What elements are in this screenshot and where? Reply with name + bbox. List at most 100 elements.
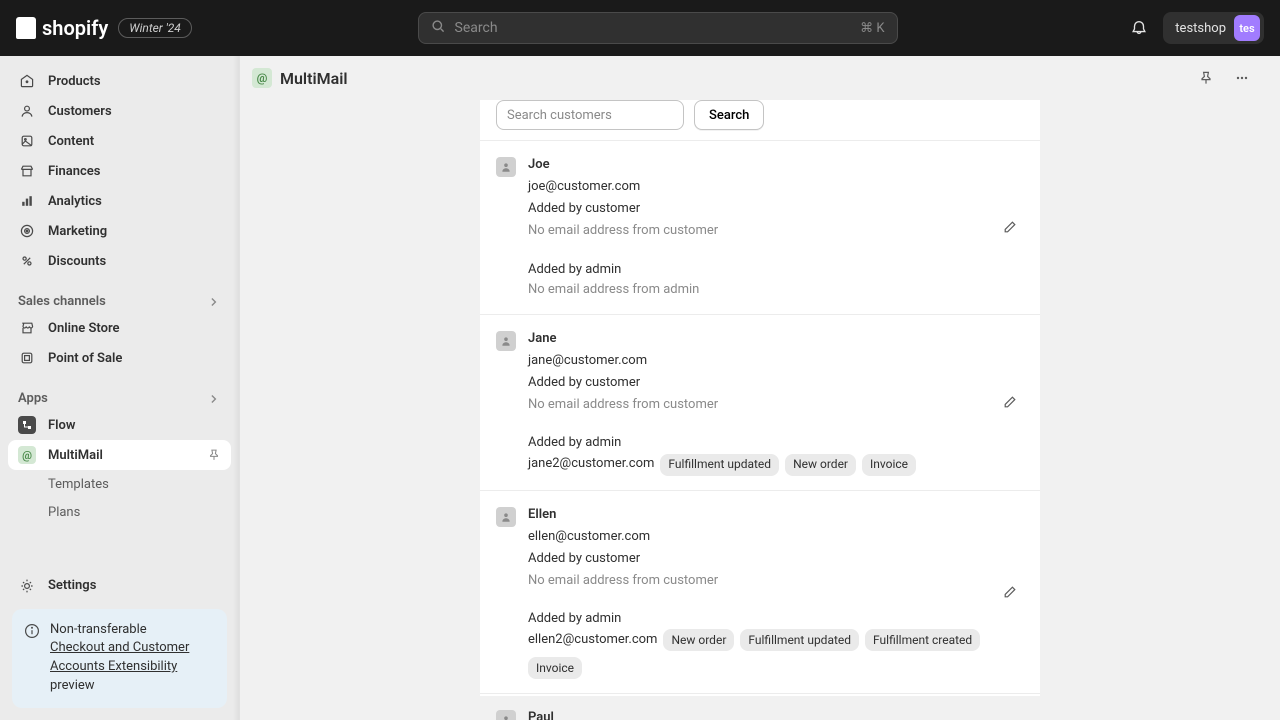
sidebar-item-label: Point of Sale: [48, 351, 122, 366]
sidebar-item-label: Flow: [48, 418, 75, 433]
edit-button[interactable]: [996, 578, 1024, 606]
notice-link[interactable]: Checkout and Customer Accounts Extensibi…: [50, 640, 189, 674]
main: @ MultiMail Search Joejoe@customer.comAd…: [240, 56, 1280, 720]
admin-email: jane2@customer.com: [528, 454, 654, 474]
global-search[interactable]: Search ⌘ K: [418, 12, 898, 44]
customer-row: Ellenellen@customer.comAdded by customer…: [480, 490, 1040, 694]
search-placeholder: Search: [455, 20, 498, 36]
customer-email: jane@customer.com: [528, 351, 1024, 371]
info-icon: [24, 623, 40, 696]
avatar-icon: [496, 710, 516, 720]
sales-channels-label: Sales channels: [18, 294, 106, 309]
search-button[interactable]: Search: [694, 100, 764, 130]
sidebar-item-products[interactable]: Products: [8, 66, 231, 96]
search-wrap: Search ⌘ K: [208, 12, 1107, 44]
online-store-icon: [18, 320, 36, 336]
search-row: Search: [480, 100, 1040, 140]
apps-label: Apps: [18, 391, 48, 406]
sidebar-item-label: Analytics: [48, 194, 102, 209]
sidebar-item-discounts[interactable]: Discounts: [8, 246, 231, 276]
customer-email-note: No email address from customer: [528, 571, 1024, 591]
customer-search-input[interactable]: [496, 100, 684, 130]
sidebar-item-settings[interactable]: Settings: [8, 571, 231, 601]
sidebar-item-label: Finances: [48, 164, 101, 179]
sidebar-item-label: Settings: [48, 578, 96, 593]
added-by-admin-label: Added by admin: [528, 609, 1024, 629]
season-badge: Winter '24: [118, 18, 192, 38]
sidebar-item-label: Online Store: [48, 321, 120, 336]
sidebar-item-templates[interactable]: Templates: [8, 470, 231, 498]
page-header: @ MultiMail: [240, 56, 1280, 100]
customer-name: Ellen: [528, 505, 1024, 525]
notice-title: Non-transferable: [50, 621, 215, 640]
pin-button[interactable]: [1192, 64, 1220, 92]
marketing-icon: [18, 223, 36, 239]
notification-tag: Fulfillment created: [865, 629, 980, 651]
customer-name: Joe: [528, 155, 1024, 175]
analytics-icon: [18, 193, 36, 209]
sidebar-item-label: MultiMail: [48, 448, 103, 463]
sidebar-item-plans[interactable]: Plans: [8, 498, 231, 526]
sidebar-item-customers[interactable]: Customers: [8, 96, 231, 126]
sidebar-item-pos[interactable]: Point of Sale: [8, 343, 231, 373]
shopify-bag-icon: [16, 17, 36, 39]
added-by-customer-label: Added by customer: [528, 549, 1024, 569]
customer-name: Paul: [528, 708, 1024, 720]
added-by-customer-label: Added by customer: [528, 373, 1024, 393]
content-scroll[interactable]: Search Joejoe@customer.comAdded by custo…: [240, 100, 1280, 720]
app-icon: @: [252, 68, 272, 88]
added-by-customer-label: Added by customer: [528, 199, 1024, 219]
sidebar-item-label: Templates: [48, 477, 109, 492]
discounts-icon: [18, 253, 36, 269]
non-transferable-notice: Non-transferable Checkout and Customer A…: [12, 609, 227, 708]
notification-tag: Invoice: [862, 454, 916, 476]
notification-tag: New order: [663, 629, 734, 651]
customer-email: ellen@customer.com: [528, 527, 1024, 547]
topbar-right: testshop tes: [1123, 12, 1264, 44]
sidebar-item-marketing[interactable]: Marketing: [8, 216, 231, 246]
chevron-right-icon: [207, 295, 221, 309]
products-icon: [18, 73, 36, 89]
admin-email: ellen2@customer.com: [528, 630, 657, 650]
avatar: tes: [1234, 15, 1260, 41]
customer-email: joe@customer.com: [528, 177, 1024, 197]
topbar: shopify Winter '24 Search ⌘ K testshop t…: [0, 0, 1280, 56]
notification-tag: New order: [785, 454, 856, 476]
flow-icon: [18, 416, 36, 434]
customer-name: Jane: [528, 329, 1024, 349]
added-by-admin-label: Added by admin: [528, 433, 1024, 453]
header-actions: [1192, 64, 1256, 92]
user-chip[interactable]: testshop tes: [1163, 12, 1264, 44]
search-shortcut: ⌘ K: [860, 21, 884, 36]
notifications-button[interactable]: [1123, 12, 1155, 44]
edit-button[interactable]: [996, 213, 1024, 241]
sidebar-item-label: Marketing: [48, 224, 107, 239]
admin-email-note: No email address from admin: [528, 280, 1024, 300]
sidebar: Products Customers Content Finances Analytic…: [0, 56, 240, 720]
sidebar-item-finances[interactable]: Finances: [8, 156, 231, 186]
notification-tag: Fulfillment updated: [740, 629, 859, 651]
page-title-text: MultiMail: [280, 69, 348, 88]
notice-suffix: preview: [50, 678, 95, 693]
customer-row: Joejoe@customer.comAdded by customer No e…: [480, 140, 1040, 314]
more-button[interactable]: [1228, 64, 1256, 92]
sidebar-item-label: Plans: [48, 505, 80, 520]
sidebar-item-analytics[interactable]: Analytics: [8, 186, 231, 216]
sidebar-item-online-store[interactable]: Online Store: [8, 313, 231, 343]
sidebar-item-content[interactable]: Content: [8, 126, 231, 156]
sidebar-item-multimail[interactable]: @MultiMail: [8, 440, 231, 470]
pin-icon[interactable]: [207, 448, 221, 462]
user-name: testshop: [1175, 21, 1226, 36]
gear-icon: [18, 578, 36, 594]
apps-header[interactable]: Apps: [8, 387, 231, 410]
shopify-logo[interactable]: shopify: [16, 16, 108, 40]
edit-button[interactable]: [996, 388, 1024, 416]
sales-channels-header[interactable]: Sales channels: [8, 290, 231, 313]
customers-icon: [18, 103, 36, 119]
avatar-icon: [496, 331, 516, 351]
added-by-admin-label: Added by admin: [528, 260, 1024, 280]
sidebar-item-label: Customers: [48, 104, 112, 119]
customers-card: Search Joejoe@customer.comAdded by custo…: [480, 100, 1040, 696]
sidebar-item-flow[interactable]: Flow: [8, 410, 231, 440]
customer-email-note: No email address from customer: [528, 395, 1024, 415]
